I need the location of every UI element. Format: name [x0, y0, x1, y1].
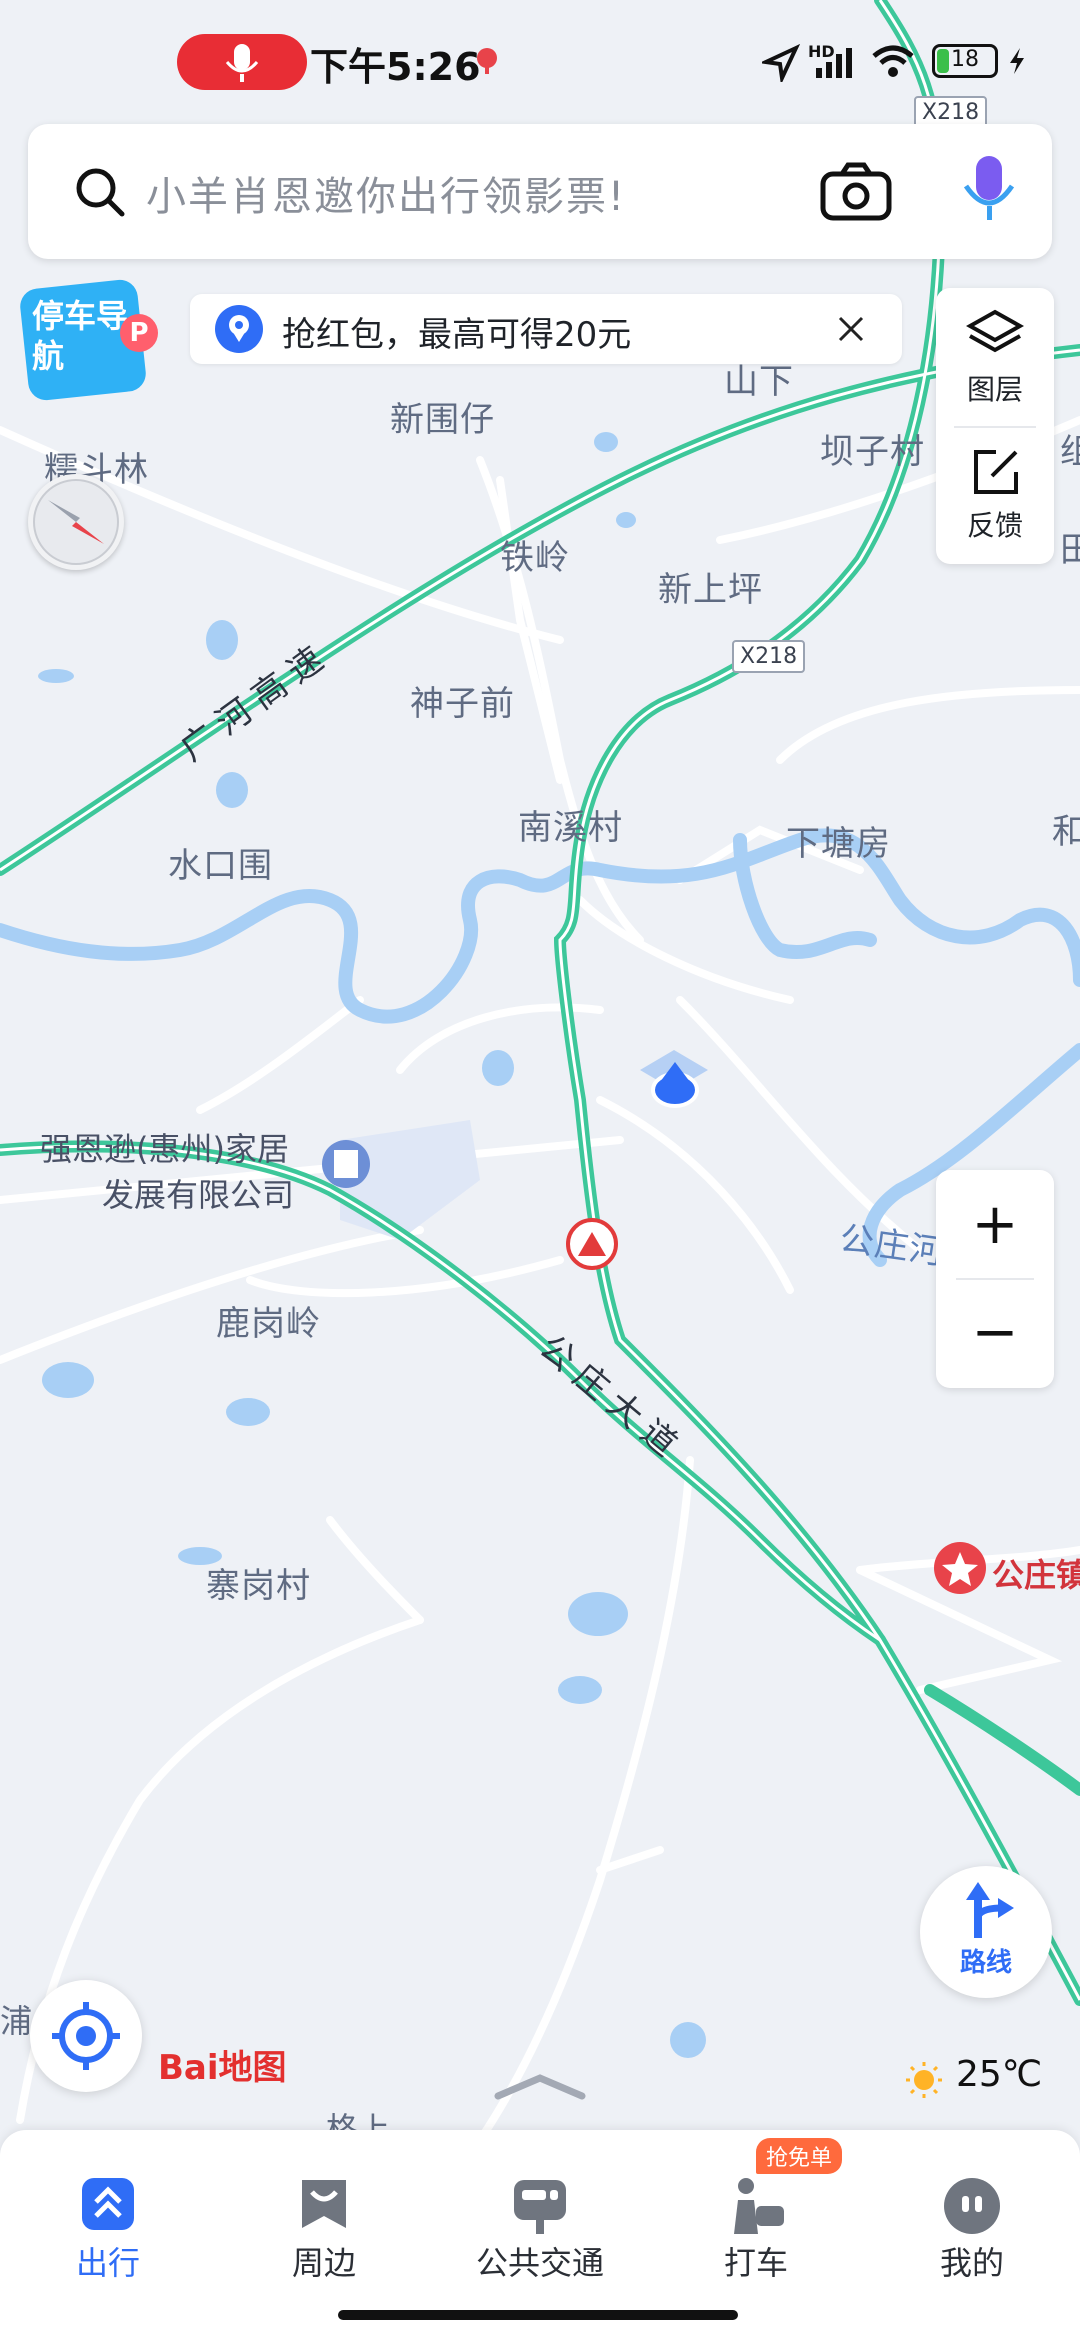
place-label: 田: [1060, 530, 1080, 570]
route-label: 路线: [959, 1948, 1012, 1978]
route-button[interactable]: 路线: [920, 1866, 1052, 1998]
place-label: 南溪村: [518, 808, 623, 848]
microphone-icon: [225, 44, 259, 82]
search-bar[interactable]: 小羊肖恩邀你出行领影票!: [28, 124, 1052, 259]
bottom-navigation: 出行 周边 公共交通 打车 我的: [0, 2130, 1080, 2340]
feedback-icon: [970, 446, 1022, 502]
navigation-arrow-icon: [759, 43, 801, 86]
building-poi-icon[interactable]: [322, 1140, 370, 1188]
parking-p-icon: P: [120, 314, 158, 352]
tab-public-transit[interactable]: 公共交通: [450, 2150, 630, 2290]
status-time: 下午5:26: [310, 45, 481, 89]
drawer-handle-icon[interactable]: [494, 2072, 586, 2106]
charging-icon: [1006, 46, 1028, 80]
location-pin-icon: [214, 304, 264, 358]
place-label: 铁岭: [500, 538, 570, 578]
zoom-in-button[interactable]: +: [936, 1180, 1054, 1270]
layers-icon: [965, 308, 1025, 362]
nearby-icon: [296, 2176, 352, 2236]
place-label: 组: [1060, 432, 1080, 472]
tab-label: 出行: [75, 2244, 140, 2282]
tab-travel[interactable]: 出行: [18, 2150, 198, 2290]
compass-button[interactable]: [28, 474, 124, 570]
crosshair-icon: [52, 2002, 120, 2070]
town-poi-icon[interactable]: [934, 1542, 986, 1594]
voice-search-icon[interactable]: [958, 154, 1018, 228]
promo-text: 抢红包，最高可得20元: [282, 315, 632, 355]
tab-label: 我的: [939, 2244, 1004, 2282]
layers-label: 图层: [966, 373, 1023, 406]
battery-icon: 18: [932, 44, 998, 78]
camera-icon[interactable]: [820, 162, 892, 226]
tab-label: 公共交通: [475, 2244, 604, 2282]
voice-recording-pill[interactable]: [177, 34, 307, 90]
travel-icon: [80, 2176, 136, 2236]
layers-button[interactable]: 图层: [936, 288, 1054, 418]
compass-icon: [33, 479, 119, 565]
feedback-button[interactable]: 反馈: [936, 434, 1054, 564]
tab-label: 打车: [723, 2244, 788, 2282]
zoom-control: + −: [936, 1170, 1054, 1388]
baidu-map-logo: Bai地图: [158, 2048, 287, 2088]
location-status-icon: [474, 46, 500, 80]
promo-banner[interactable]: 抢红包，最高可得20元: [190, 294, 902, 364]
place-label: 和: [1052, 812, 1080, 852]
zoom-out-button[interactable]: −: [936, 1288, 1054, 1378]
search-input[interactable]: 小羊肖恩邀你出行领影票!: [146, 164, 626, 222]
taxi-icon: [724, 2176, 788, 2240]
sun-icon: [904, 2060, 944, 2104]
place-label: 新上坪: [658, 570, 763, 610]
weather-temperature: 25℃: [956, 2054, 1043, 2095]
parking-badge-label: 停车导航: [32, 297, 129, 375]
feedback-label: 反馈: [966, 509, 1023, 542]
bus-icon: [510, 2176, 570, 2240]
status-bar: 下午5:26 HD 18: [0, 0, 1080, 120]
search-icon: [74, 166, 126, 222]
locate-button[interactable]: [30, 1980, 142, 2092]
poi-label-town: 公庄镇: [992, 1556, 1080, 1594]
place-label: 新围仔: [390, 400, 495, 440]
place-label: 水口围: [168, 846, 273, 886]
battery-level: 18: [951, 47, 979, 72]
parking-navigation-badge[interactable]: 停车导航 P: [18, 278, 158, 408]
home-indicator[interactable]: [338, 2310, 738, 2320]
taxi-promo-badge: 抢免单: [756, 2138, 843, 2174]
map-tools-panel: 图层 反馈: [936, 288, 1054, 564]
tab-nearby[interactable]: 周边: [234, 2150, 414, 2290]
profile-icon: [942, 2176, 1002, 2240]
place-label: 鹿岗岭: [216, 1304, 321, 1344]
place-label: 寨岗村: [206, 1566, 311, 1606]
signal-icon: [812, 44, 860, 84]
place-label: 神子前: [410, 684, 515, 724]
tab-label: 周边: [291, 2244, 356, 2282]
wifi-icon: [870, 42, 916, 84]
road-shield-x218: X218: [732, 640, 806, 673]
poi-label-partial: 浦: [0, 2002, 33, 2040]
poi-label-company-line2: 发展有限公司: [102, 1176, 295, 1214]
route-arrow-icon: [962, 1880, 1016, 1944]
poi-label-company-line1: 强恩逊(惠州)家居: [40, 1130, 289, 1168]
place-label: 下塘房: [786, 824, 891, 864]
construction-icon: [566, 1218, 618, 1270]
close-icon[interactable]: [836, 314, 866, 348]
tab-profile[interactable]: 我的: [882, 2150, 1062, 2290]
place-label: 坝子村: [820, 432, 925, 472]
